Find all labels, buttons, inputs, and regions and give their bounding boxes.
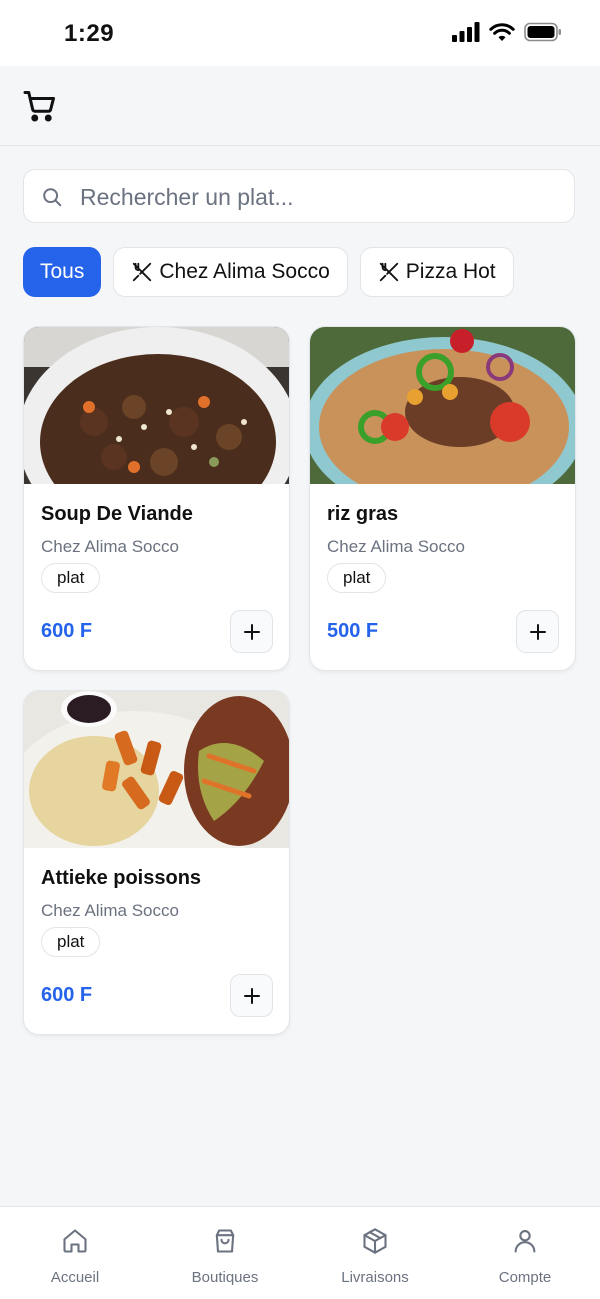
- product-shop: Chez Alima Socco: [41, 537, 179, 556]
- nav-item-compte[interactable]: Compte: [450, 1207, 600, 1299]
- nav-label: Livraisons: [341, 1269, 409, 1286]
- product-card-riz-gras[interactable]: riz gras Chez Alima Socco plat 500 F: [309, 326, 576, 671]
- product-card-soup-de-viande[interactable]: Soup De Viande Chez Alima Socco plat 600…: [23, 326, 290, 671]
- filter-chip-all[interactable]: Tous: [23, 247, 102, 297]
- status-bar: 1:29: [0, 0, 600, 66]
- bottom-nav: Accueil Boutiques Livraisons Compte: [0, 1206, 600, 1299]
- product-photo: [24, 327, 289, 484]
- status-time: 1:29: [64, 20, 115, 47]
- product-tag: plat: [41, 927, 101, 957]
- app-header: [0, 66, 600, 146]
- cart-button[interactable]: [22, 88, 58, 124]
- search-icon: [41, 186, 63, 213]
- product-price: 600 F: [41, 620, 93, 642]
- product-name: riz gras: [327, 503, 399, 525]
- nav-label: Accueil: [50, 1269, 100, 1286]
- product-tag: plat: [41, 563, 101, 593]
- filter-chip-label: Tous: [40, 260, 85, 283]
- shopping-bag-icon: [215, 1229, 235, 1253]
- product-photo: [310, 327, 575, 484]
- product-price: 500 F: [327, 620, 379, 642]
- nav-item-accueil[interactable]: Accueil: [0, 1207, 150, 1299]
- product-price: 600 F: [41, 984, 93, 1006]
- utensils-crossed-icon: [378, 261, 400, 283]
- product-tag: plat: [327, 563, 387, 593]
- home-icon: [63, 1229, 87, 1253]
- plus-icon: [243, 987, 260, 1004]
- nav-item-livraisons[interactable]: Livraisons: [300, 1207, 450, 1299]
- nav-label: Compte: [498, 1269, 552, 1286]
- filter-chip-label: Pizza Hot: [405, 260, 496, 283]
- product-shop: Chez Alima Socco: [327, 537, 465, 556]
- user-icon: [514, 1230, 536, 1253]
- signal-icon: [452, 22, 480, 42]
- plus-icon: [529, 623, 546, 640]
- add-to-cart-button[interactable]: [516, 610, 559, 653]
- cart-icon: [23, 91, 55, 122]
- search-placeholder: Rechercher un plat...: [80, 184, 294, 210]
- plus-icon: [243, 623, 260, 640]
- filter-chips: Tous Chez Alima Socco Pizza Hot: [23, 247, 514, 297]
- product-card-attieke-poissons[interactable]: Attieke poissons Chez Alima Socco plat 6…: [23, 690, 290, 1035]
- search-input[interactable]: Rechercher un plat...: [23, 169, 575, 223]
- utensils-crossed-icon: [131, 261, 153, 283]
- product-photo: [24, 691, 289, 848]
- add-to-cart-button[interactable]: [230, 610, 273, 653]
- product-name: Soup De Viande: [41, 503, 193, 525]
- battery-icon: [524, 22, 561, 42]
- wifi-icon: [489, 23, 515, 41]
- package-icon: [363, 1228, 387, 1254]
- product-name: Attieke poissons: [41, 867, 202, 889]
- filter-chip-pizza-hot[interactable]: Pizza Hot: [359, 247, 514, 297]
- product-shop: Chez Alima Socco: [41, 901, 179, 920]
- filter-chip-chez-alima-socco[interactable]: Chez Alima Socco: [113, 247, 348, 297]
- status-icons: [452, 22, 562, 42]
- filter-chip-label: Chez Alima Socco: [159, 260, 330, 283]
- nav-label: Boutiques: [191, 1269, 259, 1286]
- add-to-cart-button[interactable]: [230, 974, 273, 1017]
- nav-item-boutiques[interactable]: Boutiques: [150, 1207, 300, 1299]
